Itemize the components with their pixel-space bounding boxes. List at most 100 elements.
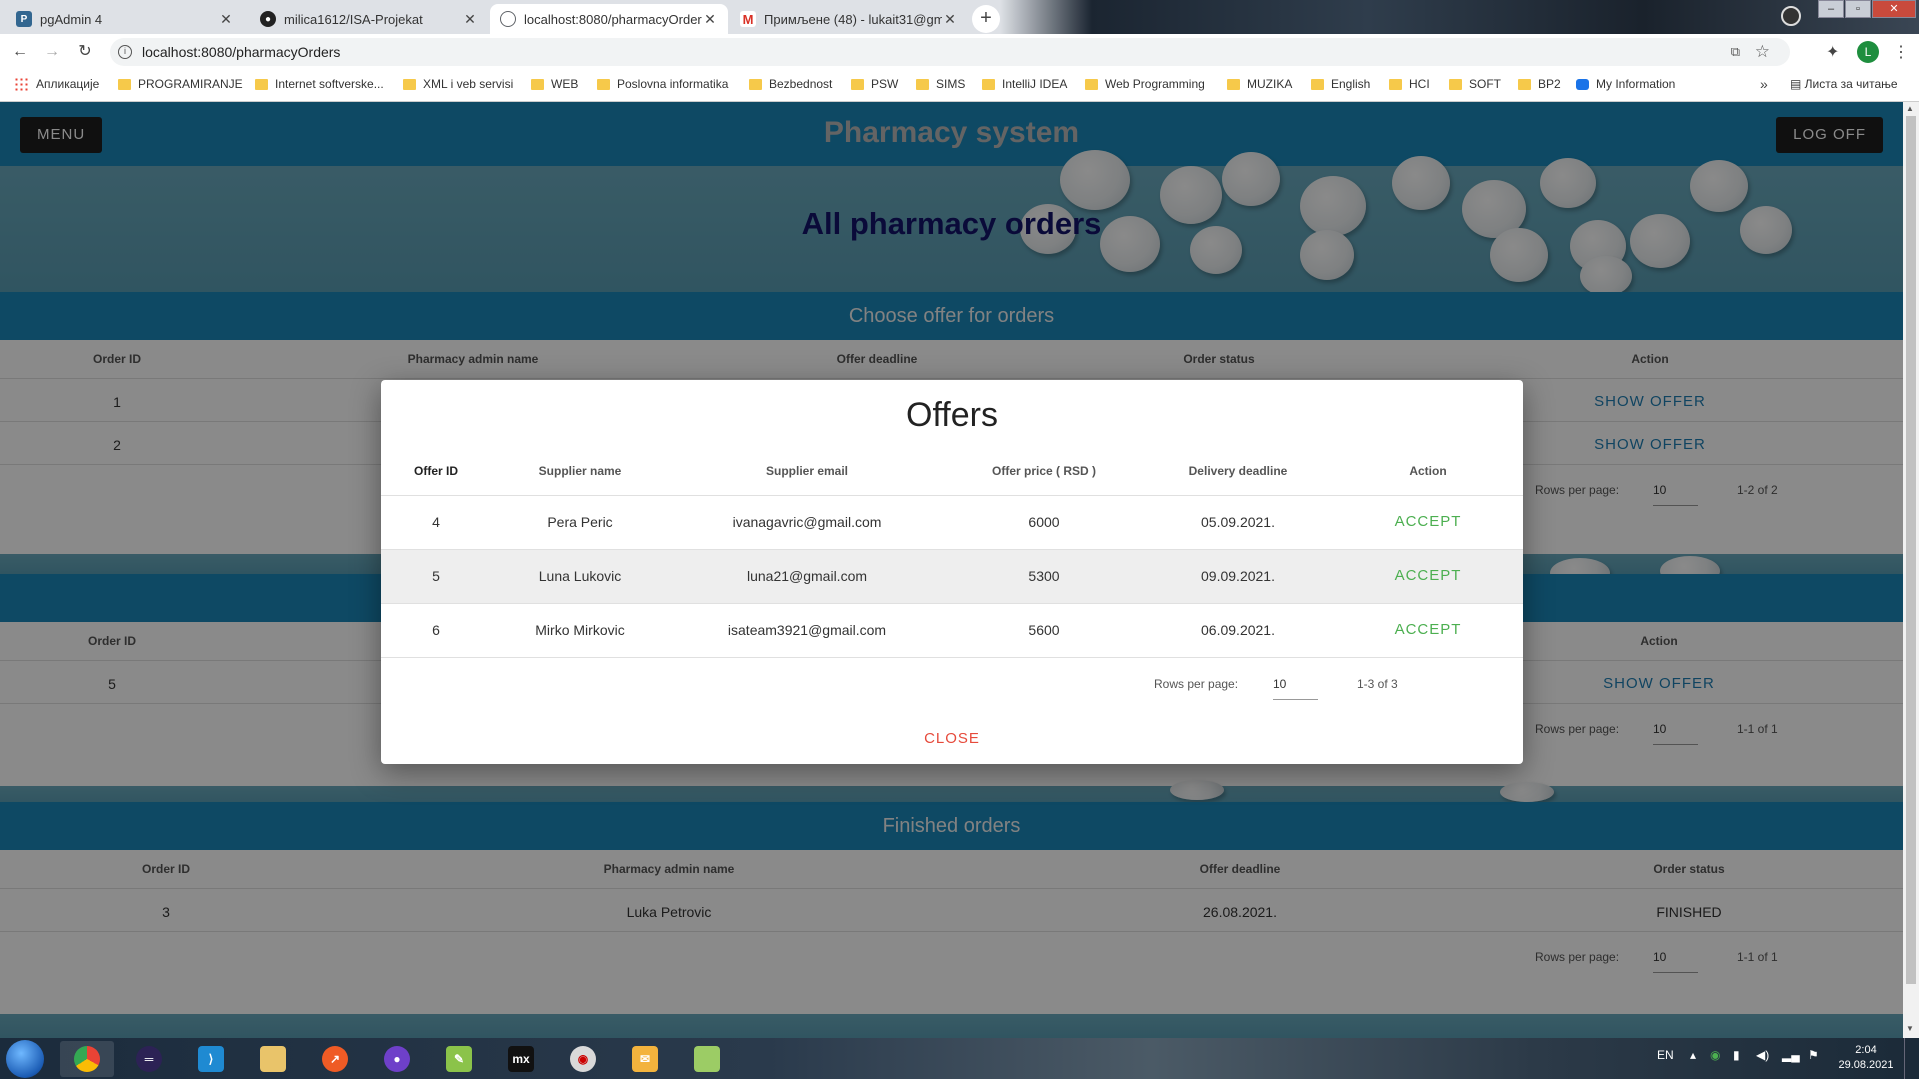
- folder-icon: [531, 78, 544, 90]
- bookmark-folder[interactable]: MUZIKA: [1227, 77, 1292, 91]
- translate-icon[interactable]: ⧉: [1731, 44, 1740, 60]
- github-desktop-icon: ●: [384, 1046, 410, 1072]
- accept-button[interactable]: ACCEPT: [1395, 621, 1462, 638]
- action-center-icon[interactable]: ⚑: [1808, 1048, 1819, 1062]
- close-icon[interactable]: ✕: [942, 11, 958, 28]
- bookmark-apps[interactable]: Апликације: [14, 77, 99, 91]
- bookmark-folder[interactable]: Web Programming: [1085, 77, 1205, 91]
- bookmark-folder[interactable]: WEB: [531, 77, 578, 91]
- bookmark-folder[interactable]: English: [1311, 77, 1370, 91]
- page-scrollbar[interactable]: ▲ ▼: [1903, 102, 1919, 1038]
- bookmark-folder[interactable]: SIMS: [916, 77, 965, 91]
- minimize-button[interactable]: –: [1818, 0, 1844, 18]
- close-icon[interactable]: ✕: [702, 11, 718, 28]
- rows-per-page-select[interactable]: 10: [1273, 677, 1318, 700]
- window-close-button[interactable]: ✕: [1872, 0, 1916, 18]
- new-tab-button[interactable]: +: [972, 5, 1000, 33]
- reload-icon[interactable]: ↻: [75, 42, 95, 62]
- pagination-range: 1-3 of 3: [1357, 677, 1398, 691]
- supplier-email-cell: isateam3921@gmail.com: [727, 622, 887, 638]
- folder-icon: [1311, 78, 1324, 90]
- offer-price-cell: 5600: [1028, 622, 1060, 638]
- bookmark-label: SIMS: [936, 77, 966, 91]
- tray-expand-icon[interactable]: ▴: [1690, 1048, 1696, 1062]
- bookmark-folder[interactable]: Bezbednost: [749, 77, 832, 91]
- browser-menu-icon[interactable]: ⋮: [1893, 42, 1909, 62]
- taskbar-explorer[interactable]: [246, 1041, 300, 1077]
- bookmark-folder[interactable]: SOFT: [1449, 77, 1501, 91]
- show-desktop-button[interactable]: [1904, 1038, 1919, 1079]
- delivery-deadline-cell: 05.09.2021.: [1201, 514, 1275, 530]
- tab-github[interactable]: ● milica1612/ISA-Projekat ✕: [250, 4, 488, 34]
- taskbar-notepadpp[interactable]: ✎: [432, 1041, 486, 1077]
- reading-list-button[interactable]: ▤ Листа за читање: [1790, 77, 1898, 91]
- battery-icon[interactable]: ▮: [1733, 1048, 1740, 1062]
- taskbar-eclipse[interactable]: ═: [122, 1041, 176, 1077]
- bookmark-my-information[interactable]: My Information: [1576, 77, 1675, 91]
- volume-icon[interactable]: ◀): [1756, 1048, 1769, 1062]
- tab-search-icon[interactable]: [1781, 6, 1801, 26]
- bookmark-folder[interactable]: BP2: [1518, 77, 1561, 91]
- taskbar-mx[interactable]: mx: [494, 1041, 548, 1077]
- bookmark-label: PROGRAMIRANJE: [138, 77, 243, 91]
- bookmark-folder[interactable]: PSW: [851, 77, 898, 91]
- taskbar-github-desktop[interactable]: ●: [370, 1041, 424, 1077]
- start-button[interactable]: [6, 1040, 44, 1078]
- bookmark-label: IntelliJ IDEA: [1002, 77, 1068, 91]
- offer-price-cell: 5300: [1028, 568, 1060, 584]
- system-clock[interactable]: 2:04 29.08.2021: [1836, 1043, 1896, 1073]
- site-info-icon[interactable]: i: [118, 45, 132, 59]
- bookmark-label: Internet softverske...: [275, 77, 384, 91]
- accept-button[interactable]: ACCEPT: [1395, 567, 1462, 584]
- language-indicator[interactable]: EN: [1657, 1048, 1674, 1062]
- taskbar-chrome[interactable]: [60, 1041, 114, 1077]
- bookmark-folder[interactable]: PROGRAMIRANJE: [118, 77, 243, 91]
- scrollbar-thumb[interactable]: [1906, 116, 1916, 984]
- bookmark-folder[interactable]: Poslovna informatika: [597, 77, 728, 91]
- vscode-icon: ⟩: [198, 1046, 224, 1072]
- bookmark-star-icon[interactable]: ☆: [1755, 42, 1770, 62]
- profile-avatar[interactable]: L: [1857, 41, 1879, 63]
- bookmark-label: SOFT: [1469, 77, 1501, 91]
- mx-icon: mx: [508, 1046, 534, 1072]
- close-button[interactable]: CLOSE: [381, 730, 1523, 747]
- extensions-icon[interactable]: ✦: [1826, 42, 1839, 62]
- close-icon[interactable]: ✕: [218, 11, 234, 28]
- taskbar-outlook[interactable]: ✉: [618, 1041, 672, 1077]
- tab-pgadmin[interactable]: P pgAdmin 4 ✕: [6, 4, 244, 34]
- scroll-up-icon[interactable]: ▲: [1906, 104, 1914, 113]
- folder-icon: [694, 1046, 720, 1072]
- bookmark-folder[interactable]: IntelliJ IDEA: [982, 77, 1067, 91]
- bookmark-folder[interactable]: XML i veb servisi: [403, 77, 513, 91]
- bookmark-label: Web Programming: [1105, 77, 1205, 91]
- tab-label: Примљене (48) - lukait31@gmail: [764, 11, 942, 27]
- globe-icon: [500, 11, 516, 27]
- url-text[interactable]: localhost:8080/pharmacyOrders: [142, 44, 340, 60]
- offer-row: 5 Luna Lukovic luna21@gmail.com 5300 09.…: [381, 550, 1523, 603]
- bookmark-label: Poslovna informatika: [617, 77, 729, 91]
- tab-gmail[interactable]: M Примљене (48) - lukait31@gmail ✕: [730, 4, 968, 34]
- taskbar-folder[interactable]: [680, 1041, 734, 1077]
- back-icon[interactable]: ←: [10, 42, 30, 62]
- more-bookmarks-icon[interactable]: »: [1760, 76, 1768, 92]
- folder-icon: [597, 78, 610, 90]
- tab-pharmacy-orders[interactable]: localhost:8080/pharmacyOrders ✕: [490, 4, 728, 34]
- wifi-icon[interactable]: ◉: [1710, 1048, 1720, 1062]
- delivery-deadline-cell: 09.09.2021.: [1201, 568, 1275, 584]
- taskbar-postman[interactable]: ↗: [308, 1041, 362, 1077]
- bookmark-folder[interactable]: Internet softverske...: [255, 77, 384, 91]
- bookmark-label: English: [1331, 77, 1371, 91]
- taskbar-vscode[interactable]: ⟩: [184, 1041, 238, 1077]
- bookmark-folder[interactable]: HCI: [1389, 77, 1430, 91]
- column-header: Offer price ( RSD ): [991, 464, 1097, 478]
- forward-icon[interactable]: →: [42, 42, 62, 62]
- bookmark-label: WEB: [551, 77, 579, 91]
- omnibox[interactable]: i localhost:8080/pharmacyOrders ⧉ ☆: [110, 38, 1790, 66]
- scroll-down-icon[interactable]: ▼: [1906, 1024, 1914, 1033]
- bookmark-label: Апликације: [36, 77, 100, 91]
- close-icon[interactable]: ✕: [462, 11, 478, 28]
- maximize-button[interactable]: ▫: [1845, 0, 1871, 18]
- accept-button[interactable]: ACCEPT: [1395, 513, 1462, 530]
- taskbar-paint[interactable]: ◉: [556, 1041, 610, 1077]
- signal-icon[interactable]: ▂▄: [1782, 1048, 1800, 1062]
